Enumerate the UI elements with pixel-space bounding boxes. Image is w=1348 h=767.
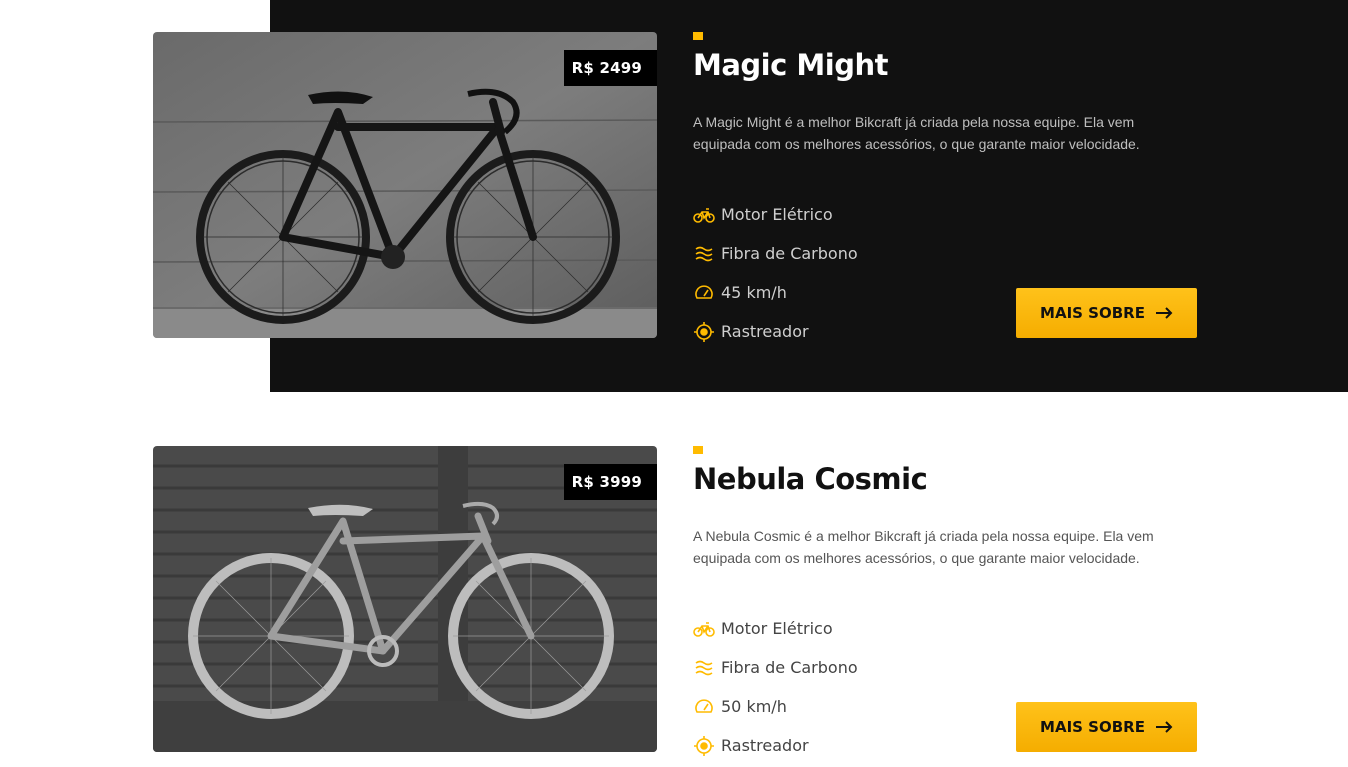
accent-marker <box>693 446 703 454</box>
button-label: MAIS SOBRE <box>1040 718 1145 736</box>
carbon-icon <box>693 243 715 265</box>
product-title: Nebula Cosmic <box>693 462 928 496</box>
feature-label: Rastreador <box>721 736 809 755</box>
feature-item: Fibra de Carbono <box>693 648 858 687</box>
arrow-right-icon <box>1155 721 1173 733</box>
feature-item: 50 km/h <box>693 687 858 726</box>
feature-label: 50 km/h <box>721 697 787 716</box>
product-photo[interactable]: R$ 3999 <box>153 446 657 752</box>
bike-icon <box>693 618 715 640</box>
feature-item: Motor Elétrico <box>693 609 858 648</box>
tracker-icon <box>693 735 715 757</box>
feature-item: Fibra de Carbono <box>693 234 858 273</box>
feature-label: Fibra de Carbono <box>721 244 858 263</box>
price-badge: R$ 2499 <box>563 50 657 86</box>
carbon-icon <box>693 657 715 679</box>
speedometer-icon <box>693 696 715 718</box>
feature-label: Motor Elétrico <box>721 205 833 224</box>
tracker-icon <box>693 321 715 343</box>
product-info: Nebula Cosmic A Nebula Cosmic é a melhor… <box>693 446 1197 756</box>
feature-item: Rastreador <box>693 726 858 765</box>
product-photo[interactable]: R$ 2499 <box>153 32 657 338</box>
product-description: A Magic Might é a melhor Bikcraft já cri… <box>693 114 1140 152</box>
feature-label: Fibra de Carbono <box>721 658 858 677</box>
speedometer-icon <box>693 282 715 304</box>
bike-icon <box>693 204 715 226</box>
accent-marker <box>693 32 703 40</box>
feature-item: Motor Elétrico <box>693 195 858 234</box>
feature-item: 45 km/h <box>693 273 858 312</box>
button-label: MAIS SOBRE <box>1040 304 1145 322</box>
price-badge: R$ 3999 <box>563 464 657 500</box>
feature-item: Rastreador <box>693 312 858 351</box>
product-info: Magic Might A Magic Might é a melhor Bik… <box>693 32 1197 342</box>
more-info-button[interactable]: MAIS SOBRE <box>1016 288 1197 338</box>
product-title: Magic Might <box>693 48 888 82</box>
feature-label: Rastreador <box>721 322 809 341</box>
more-info-button[interactable]: MAIS SOBRE <box>1016 702 1197 752</box>
feature-list: Motor Elétrico Fibra de Carbono 45 km/h … <box>693 195 858 351</box>
feature-label: Motor Elétrico <box>721 619 833 638</box>
product-description: A Nebula Cosmic é a melhor Bikcraft já c… <box>693 528 1154 566</box>
feature-label: 45 km/h <box>721 283 787 302</box>
feature-list: Motor Elétrico Fibra de Carbono 50 km/h … <box>693 609 858 765</box>
arrow-right-icon <box>1155 307 1173 319</box>
